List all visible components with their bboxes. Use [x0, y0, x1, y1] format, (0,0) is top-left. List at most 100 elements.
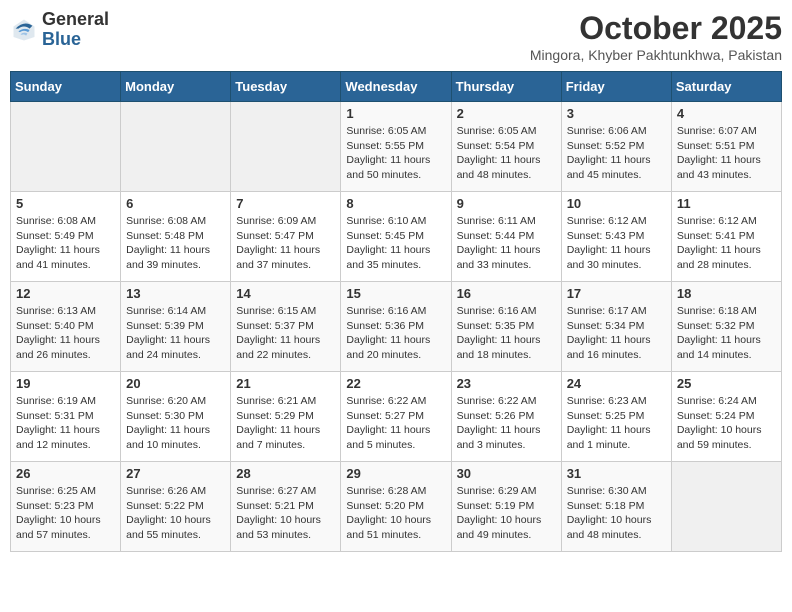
day-info: Sunrise: 6:18 AM Sunset: 5:32 PM Dayligh… [677, 304, 776, 363]
day-info: Sunrise: 6:16 AM Sunset: 5:35 PM Dayligh… [457, 304, 556, 363]
day-number: 3 [567, 106, 666, 121]
day-number: 6 [126, 196, 225, 211]
day-info: Sunrise: 6:11 AM Sunset: 5:44 PM Dayligh… [457, 214, 556, 273]
day-info: Sunrise: 6:13 AM Sunset: 5:40 PM Dayligh… [16, 304, 115, 363]
col-sunday: Sunday [11, 72, 121, 102]
calendar-header-row: Sunday Monday Tuesday Wednesday Thursday… [11, 72, 782, 102]
day-info: Sunrise: 6:28 AM Sunset: 5:20 PM Dayligh… [346, 484, 445, 543]
calendar-table: Sunday Monday Tuesday Wednesday Thursday… [10, 71, 782, 552]
day-info: Sunrise: 6:21 AM Sunset: 5:29 PM Dayligh… [236, 394, 335, 453]
table-row: 15Sunrise: 6:16 AM Sunset: 5:36 PM Dayli… [341, 282, 451, 372]
day-number: 13 [126, 286, 225, 301]
day-info: Sunrise: 6:23 AM Sunset: 5:25 PM Dayligh… [567, 394, 666, 453]
day-number: 24 [567, 376, 666, 391]
table-row: 23 Sunrise: 6:22 AM Sunset: 5:26 PM Dayli… [451, 372, 561, 462]
day-info: Sunrise: 6:17 AM Sunset: 5:34 PM Dayligh… [567, 304, 666, 363]
calendar-week-row: 19 Sunrise: 6:19 AM Sunset: 5:31 PM Dayli… [11, 372, 782, 462]
day-info: Sunrise: 6:07 AM Sunset: 5:51 PM Dayligh… [677, 124, 776, 183]
table-row: 29 Sunrise: 6:28 AM Sunset: 5:20 PM Dayli… [341, 462, 451, 552]
day-info: Sunrise: 6:09 AM Sunset: 5:47 PM Dayligh… [236, 214, 335, 273]
day-number: 2 [457, 106, 556, 121]
day-number: 22 [346, 376, 445, 391]
col-saturday: Saturday [671, 72, 781, 102]
location-title: Mingora, Khyber Pakhtunkhwa, Pakistan [530, 47, 782, 63]
day-number: 21 [236, 376, 335, 391]
day-info: Sunrise: 6:27 AM Sunset: 5:21 PM Dayligh… [236, 484, 335, 543]
col-thursday: Thursday [451, 72, 561, 102]
table-row [121, 102, 231, 192]
day-info: Sunrise: 6:15 AM Sunset: 5:37 PM Dayligh… [236, 304, 335, 363]
day-info: Sunrise: 6:29 AM Sunset: 5:19 PM Dayligh… [457, 484, 556, 543]
day-number: 20 [126, 376, 225, 391]
calendar-week-row: 5Sunrise: 6:08 AM Sunset: 5:49 PM Daylig… [11, 192, 782, 282]
day-info: Sunrise: 6:12 AM Sunset: 5:43 PM Dayligh… [567, 214, 666, 273]
table-row: 24 Sunrise: 6:23 AM Sunset: 5:25 PM Dayli… [561, 372, 671, 462]
day-info: Sunrise: 6:10 AM Sunset: 5:45 PM Dayligh… [346, 214, 445, 273]
day-info: Sunrise: 6:05 AM Sunset: 5:54 PM Dayligh… [457, 124, 556, 183]
table-row: 17 Sunrise: 6:17 AM Sunset: 5:34 PM Dayli… [561, 282, 671, 372]
table-row: 27 Sunrise: 6:26 AM Sunset: 5:22 PM Dayli… [121, 462, 231, 552]
day-info: Sunrise: 6:08 AM Sunset: 5:48 PM Dayligh… [126, 214, 225, 273]
table-row [671, 462, 781, 552]
table-row: 13 Sunrise: 6:14 AM Sunset: 5:39 PM Dayli… [121, 282, 231, 372]
table-row: 16 Sunrise: 6:16 AM Sunset: 5:35 PM Dayli… [451, 282, 561, 372]
table-row: 31 Sunrise: 6:30 AM Sunset: 5:18 PM Dayli… [561, 462, 671, 552]
table-row: 7 Sunrise: 6:09 AM Sunset: 5:47 PM Daylig… [231, 192, 341, 282]
table-row [11, 102, 121, 192]
day-info: Sunrise: 6:20 AM Sunset: 5:30 PM Dayligh… [126, 394, 225, 453]
table-row: 11 Sunrise: 6:12 AM Sunset: 5:41 PM Dayli… [671, 192, 781, 282]
day-number: 9 [457, 196, 556, 211]
day-number: 16 [457, 286, 556, 301]
table-row: 26Sunrise: 6:25 AM Sunset: 5:23 PM Dayli… [11, 462, 121, 552]
day-number: 14 [236, 286, 335, 301]
logo-icon [10, 16, 38, 44]
day-number: 19 [16, 376, 115, 391]
table-row: 18Sunrise: 6:18 AM Sunset: 5:32 PM Dayli… [671, 282, 781, 372]
day-info: Sunrise: 6:14 AM Sunset: 5:39 PM Dayligh… [126, 304, 225, 363]
table-row: 21 Sunrise: 6:21 AM Sunset: 5:29 PM Dayli… [231, 372, 341, 462]
logo: General Blue [10, 10, 109, 50]
table-row: 9 Sunrise: 6:11 AM Sunset: 5:44 PM Daylig… [451, 192, 561, 282]
day-number: 7 [236, 196, 335, 211]
table-row: 19 Sunrise: 6:19 AM Sunset: 5:31 PM Dayli… [11, 372, 121, 462]
table-row: 20 Sunrise: 6:20 AM Sunset: 5:30 PM Dayli… [121, 372, 231, 462]
table-row [231, 102, 341, 192]
day-info: Sunrise: 6:30 AM Sunset: 5:18 PM Dayligh… [567, 484, 666, 543]
day-info: Sunrise: 6:16 AM Sunset: 5:36 PM Dayligh… [346, 304, 445, 363]
day-info: Sunrise: 6:08 AM Sunset: 5:49 PM Dayligh… [16, 214, 115, 273]
day-number: 30 [457, 466, 556, 481]
table-row: 28 Sunrise: 6:27 AM Sunset: 5:21 PM Dayli… [231, 462, 341, 552]
table-row: 22 Sunrise: 6:22 AM Sunset: 5:27 PM Dayli… [341, 372, 451, 462]
col-friday: Friday [561, 72, 671, 102]
col-tuesday: Tuesday [231, 72, 341, 102]
day-number: 8 [346, 196, 445, 211]
day-number: 28 [236, 466, 335, 481]
table-row: 12 Sunrise: 6:13 AM Sunset: 5:40 PM Dayli… [11, 282, 121, 372]
table-row: 10Sunrise: 6:12 AM Sunset: 5:43 PM Dayli… [561, 192, 671, 282]
day-number: 17 [567, 286, 666, 301]
day-number: 27 [126, 466, 225, 481]
day-number: 4 [677, 106, 776, 121]
col-monday: Monday [121, 72, 231, 102]
day-number: 25 [677, 376, 776, 391]
day-number: 1 [346, 106, 445, 121]
day-number: 26 [16, 466, 115, 481]
calendar-week-row: 26Sunrise: 6:25 AM Sunset: 5:23 PM Dayli… [11, 462, 782, 552]
day-number: 23 [457, 376, 556, 391]
day-info: Sunrise: 6:22 AM Sunset: 5:27 PM Dayligh… [346, 394, 445, 453]
day-number: 31 [567, 466, 666, 481]
day-info: Sunrise: 6:26 AM Sunset: 5:22 PM Dayligh… [126, 484, 225, 543]
day-info: Sunrise: 6:22 AM Sunset: 5:26 PM Dayligh… [457, 394, 556, 453]
day-number: 29 [346, 466, 445, 481]
table-row: 2 Sunrise: 6:05 AM Sunset: 5:54 PM Daylig… [451, 102, 561, 192]
day-info: Sunrise: 6:24 AM Sunset: 5:24 PM Dayligh… [677, 394, 776, 453]
table-row: 25 Sunrise: 6:24 AM Sunset: 5:24 PM Dayli… [671, 372, 781, 462]
month-title: October 2025 [530, 10, 782, 47]
table-row: 6 Sunrise: 6:08 AM Sunset: 5:48 PM Daylig… [121, 192, 231, 282]
title-block: October 2025 Mingora, Khyber Pakhtunkhwa… [530, 10, 782, 63]
day-number: 11 [677, 196, 776, 211]
day-info: Sunrise: 6:19 AM Sunset: 5:31 PM Dayligh… [16, 394, 115, 453]
col-wednesday: Wednesday [341, 72, 451, 102]
day-number: 12 [16, 286, 115, 301]
day-info: Sunrise: 6:12 AM Sunset: 5:41 PM Dayligh… [677, 214, 776, 273]
